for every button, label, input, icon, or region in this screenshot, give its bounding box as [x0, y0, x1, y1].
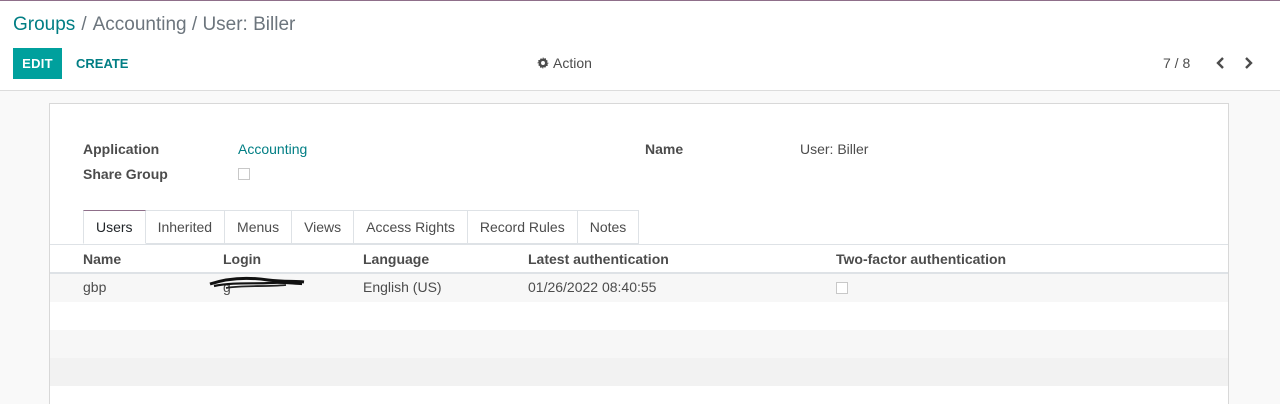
redaction-scribble: [209, 276, 305, 289]
cell-latest-authentication: 01/26/2022 08:40:55: [528, 279, 657, 295]
pager-next-button[interactable]: [1240, 53, 1258, 73]
pager-value[interactable]: 7 / 8: [1163, 55, 1190, 71]
table-header: Name Login Language Latest authenticatio…: [50, 245, 1228, 274]
cell-name: gbp: [83, 279, 107, 295]
tab-views[interactable]: Views: [292, 210, 355, 244]
chevron-left-icon: [1216, 57, 1224, 69]
breadcrumb-separator: /: [81, 14, 87, 35]
application-label: Application: [83, 141, 160, 157]
table-empty-row: [50, 302, 1228, 330]
users-table: Name Login Language Latest authenticatio…: [50, 245, 1228, 386]
cell-language: English (US): [363, 279, 442, 295]
tab-menus[interactable]: Menus: [225, 210, 293, 244]
application-value-link[interactable]: Accounting: [238, 141, 307, 157]
table-row[interactable]: gbp g English (US) 01/26/2022 08:40:55: [50, 274, 1228, 302]
column-header-two-factor[interactable]: Two-factor authentication: [836, 251, 1006, 267]
tab-access-rights[interactable]: Access Rights: [354, 210, 468, 244]
action-menu-button[interactable]: Action: [537, 55, 592, 71]
breadcrumb-current: Accounting / User: Biller: [92, 14, 296, 35]
table-empty-row: [50, 358, 1228, 386]
column-header-login[interactable]: Login: [223, 251, 261, 267]
table-empty-row: [50, 330, 1228, 358]
gear-icon: [537, 57, 549, 69]
tab-notes[interactable]: Notes: [577, 210, 640, 244]
breadcrumb-groups-link[interactable]: Groups: [13, 14, 75, 35]
share-group-label: Share Group: [83, 166, 168, 182]
create-button[interactable]: CREATE: [68, 48, 136, 79]
action-label: Action: [553, 55, 592, 71]
notebook-tabs: Users Inherited Menus Views Access Right…: [83, 210, 640, 244]
column-header-name[interactable]: Name: [83, 251, 121, 267]
pager-previous-button[interactable]: [1211, 53, 1229, 73]
tab-users[interactable]: Users: [83, 210, 146, 244]
column-header-latest-authentication[interactable]: Latest authentication: [528, 251, 669, 267]
name-value[interactable]: User: Biller: [800, 141, 868, 157]
edit-button[interactable]: EDIT: [13, 48, 62, 79]
column-header-language[interactable]: Language: [363, 251, 429, 267]
share-group-checkbox[interactable]: [238, 168, 250, 180]
control-panel: Groups / Accounting / User: Biller EDIT CR…: [0, 1, 1280, 91]
name-label: Name: [645, 141, 684, 157]
form-sheet: Application Accounting Share Group Name …: [49, 103, 1229, 404]
tab-inherited[interactable]: Inherited: [145, 210, 226, 244]
breadcrumb: Groups / Accounting / User: Biller: [13, 14, 295, 36]
tab-record-rules[interactable]: Record Rules: [467, 210, 578, 244]
chevron-right-icon: [1245, 57, 1253, 69]
cell-two-factor-checkbox: [836, 282, 848, 294]
